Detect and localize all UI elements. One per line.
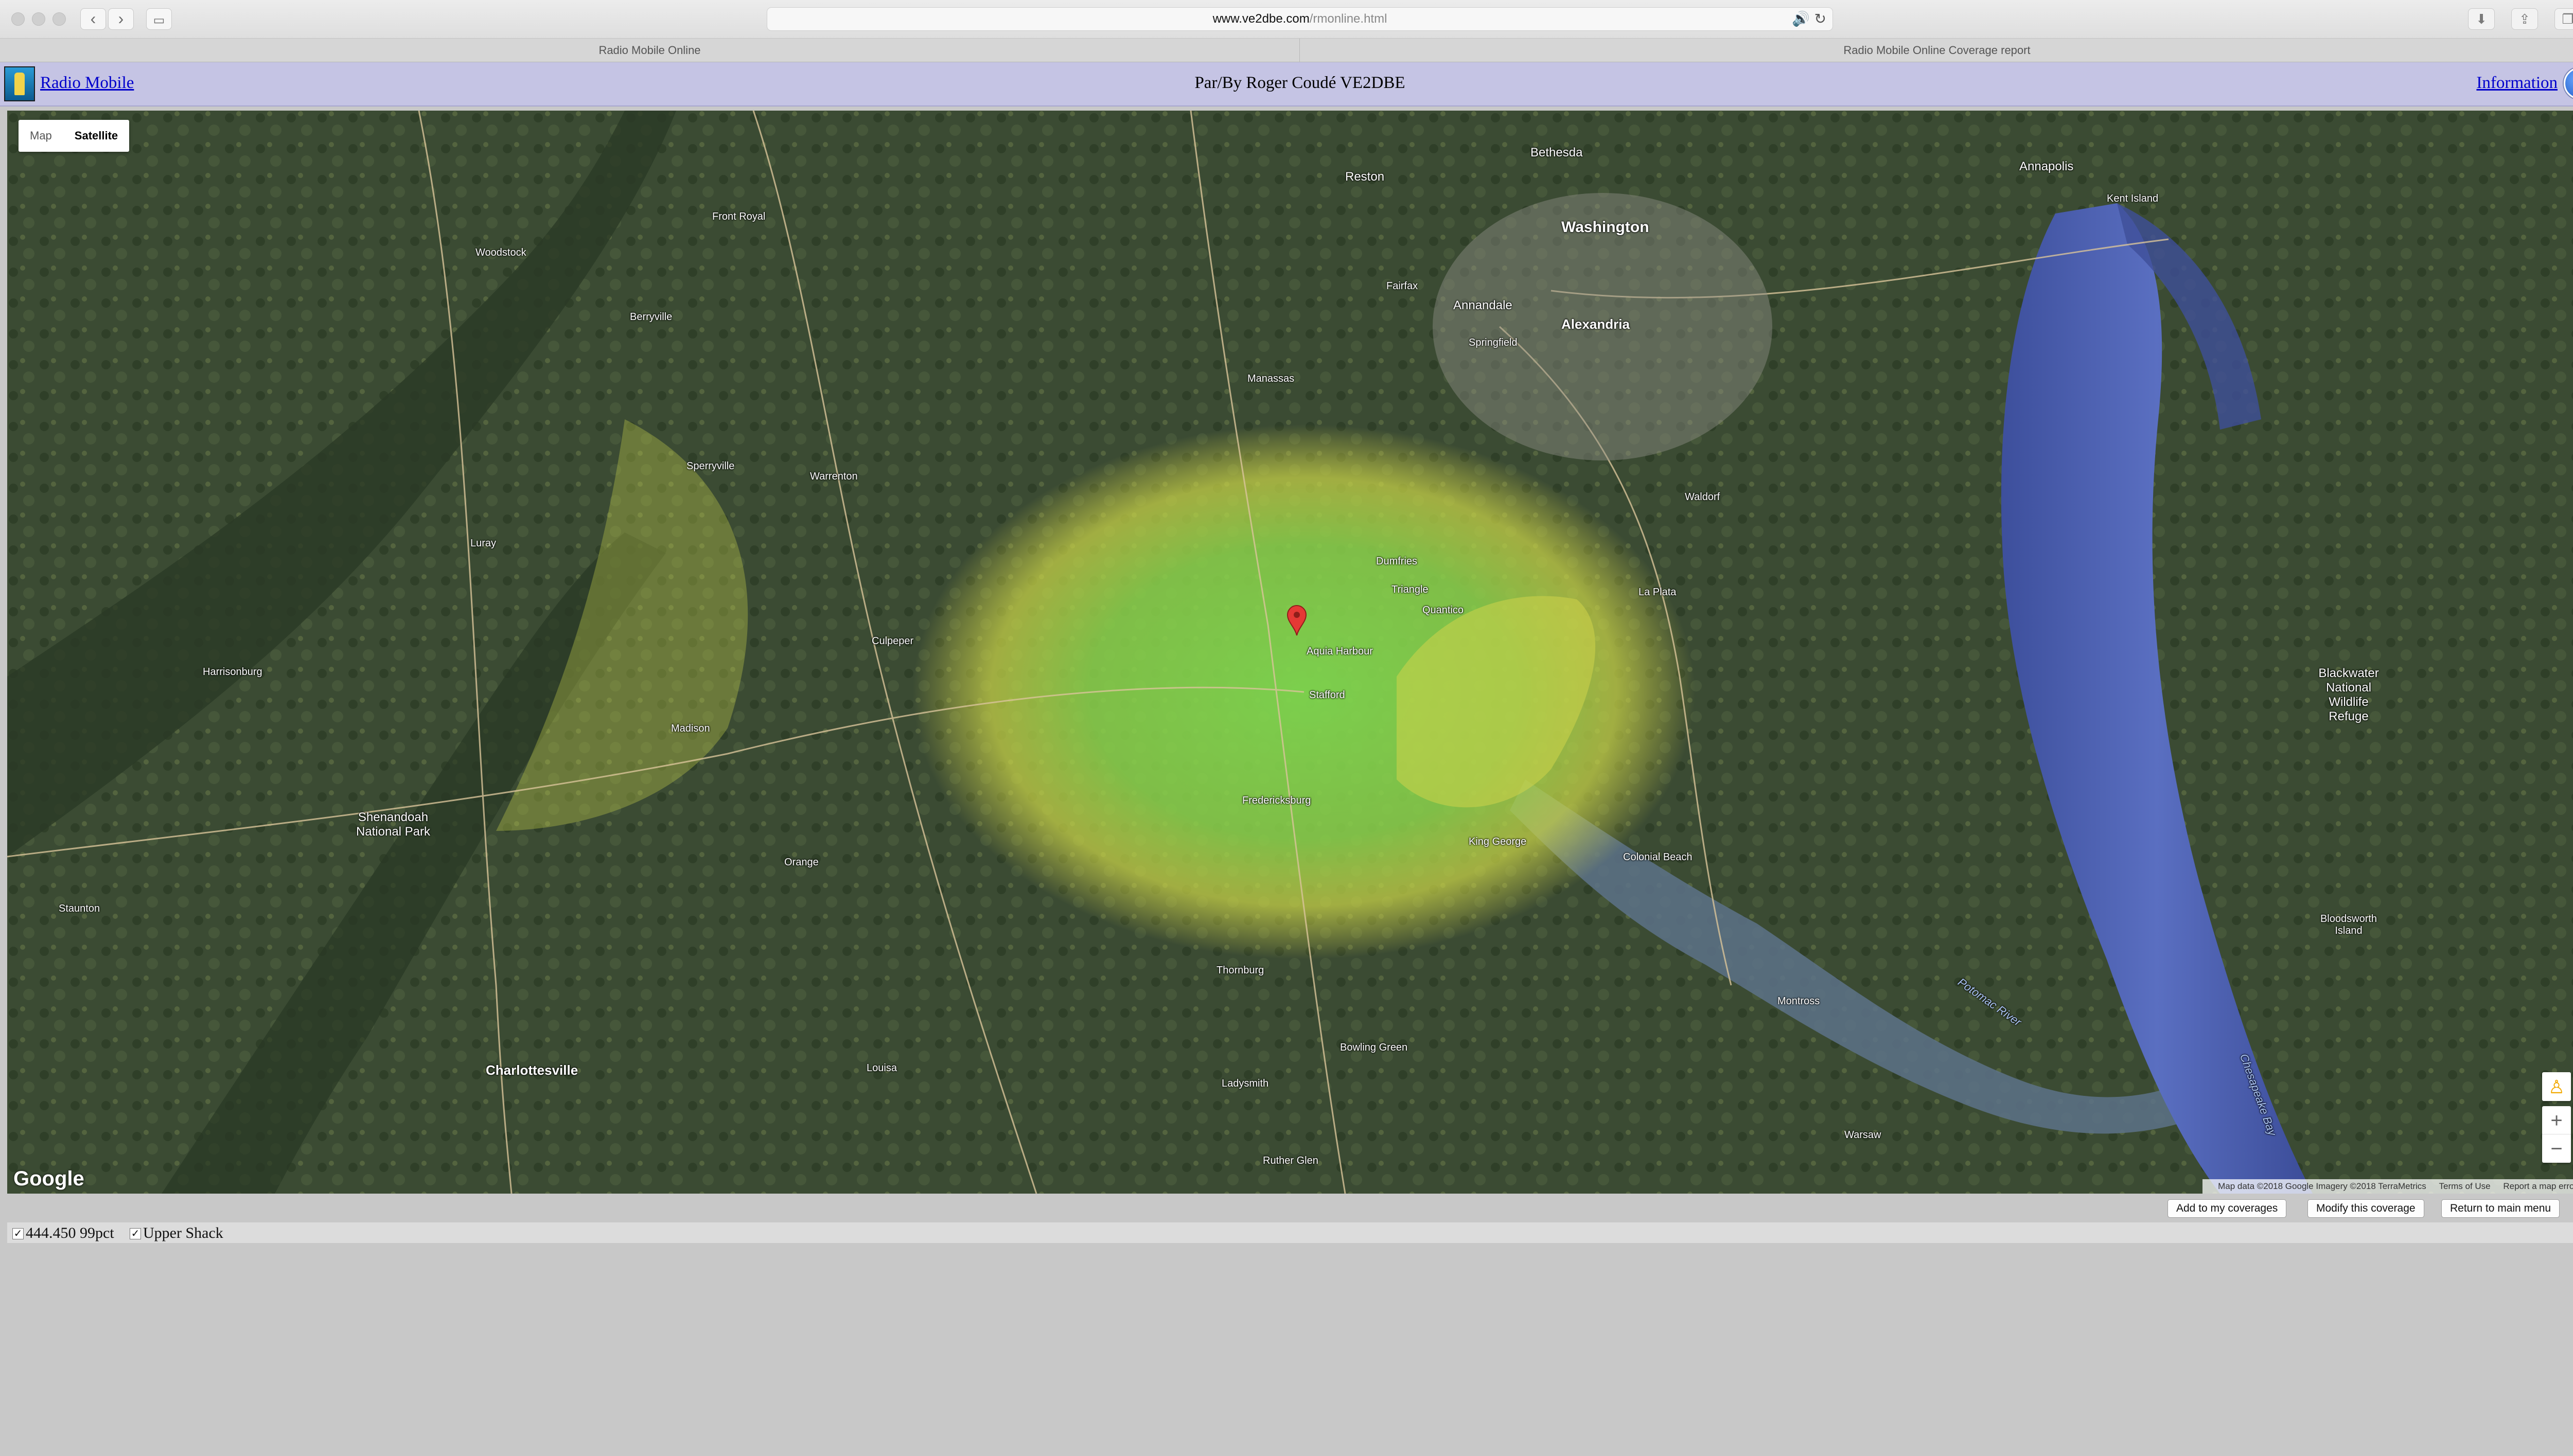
back-button[interactable]: ‹	[80, 8, 106, 30]
zoom-window-button[interactable]	[52, 12, 66, 26]
label-orange: Orange	[784, 857, 819, 868]
label-warsaw: Warsaw	[1844, 1129, 1881, 1141]
address-bar[interactable]: www.ve2dbe.com/rmonline.html 🔊 ↻	[767, 7, 1833, 31]
information-link[interactable]: Information	[2476, 74, 2558, 93]
modify-coverage-button[interactable]: Modify this coverage	[2307, 1199, 2424, 1218]
legend-item-frequency[interactable]: ✓ 444.450 99pct	[12, 1226, 114, 1241]
map-attribution: Map data ©2018 Google Imagery ©2018 Terr…	[2202, 1179, 2573, 1194]
label-culpeper: Culpeper	[872, 635, 914, 647]
label-warrenton: Warrenton	[810, 471, 858, 482]
zoom-in-button[interactable]: +	[2542, 1106, 2571, 1134]
checkbox-checked-icon[interactable]: ✓	[12, 1228, 24, 1239]
add-to-my-coverages-button[interactable]: Add to my coverages	[2167, 1199, 2287, 1218]
label-washington: Washington	[1561, 219, 1649, 236]
page-title: Par/By Roger Coudé VE2DBE	[1194, 74, 1405, 92]
tab-bar: Radio Mobile Online Radio Mobile Online …	[0, 39, 2573, 62]
legend-item-site[interactable]: ✓ Upper Shack	[130, 1226, 223, 1241]
label-louisa: Louisa	[867, 1062, 897, 1074]
label-bethesda: Bethesda	[1530, 146, 1583, 159]
tab-coverage-report[interactable]: Radio Mobile Online Coverage report	[1300, 39, 2573, 62]
chevron-right-icon: ›	[118, 9, 124, 28]
tab-radio-mobile-online[interactable]: Radio Mobile Online	[0, 39, 1300, 62]
label-dumfries: Dumfries	[1376, 556, 1418, 567]
label-front-royal: Front Royal	[712, 211, 766, 222]
map-type-map[interactable]: Map	[19, 120, 63, 152]
page-header: Radio Mobile Par/By Roger Coudé VE2DBE I…	[0, 62, 2573, 106]
return-to-main-menu-button[interactable]: Return to main menu	[2441, 1199, 2560, 1218]
legend-item-label: 444.450 99pct	[26, 1224, 114, 1241]
url-path: /rmonline.html	[1309, 12, 1387, 26]
legend-item-label: Upper Shack	[143, 1224, 223, 1241]
chevron-left-icon: ‹	[90, 9, 96, 28]
label-quantico: Quantico	[1422, 605, 1464, 616]
forward-button[interactable]: ›	[108, 8, 134, 30]
map-type-satellite[interactable]: Satellite	[63, 120, 129, 152]
label-berryville: Berryville	[630, 311, 673, 323]
label-charlottesville: Charlottesville	[486, 1062, 578, 1078]
label-triangle: Triangle	[1391, 584, 1429, 595]
street-view-pegman[interactable]: ♙	[2542, 1072, 2571, 1101]
google-logo: Google	[13, 1167, 84, 1190]
label-luray: Luray	[470, 538, 497, 549]
share-button[interactable]: ⇪	[2511, 8, 2538, 30]
label-montross: Montross	[1777, 996, 1820, 1007]
url-host: www.ve2dbe.com	[1212, 12, 1310, 26]
map-data-credit: Map data ©2018 Google Imagery ©2018 Terr…	[2218, 1181, 2426, 1191]
label-thornburg: Thornburg	[1217, 965, 1264, 976]
label-annandale: Annandale	[1453, 298, 1512, 312]
close-window-button[interactable]	[11, 12, 25, 26]
tabs-overview-button[interactable]: ❐	[2554, 8, 2573, 30]
label-fairfax: Fairfax	[1386, 280, 1418, 292]
tabs-icon: ❐	[2562, 11, 2573, 27]
label-annapolis: Annapolis	[2019, 159, 2074, 173]
browser-window: ‹ › ▭ www.ve2dbe.com/rmonline.html 🔊 ↻ ⬇…	[0, 0, 2573, 1456]
label-la-plata: La Plata	[1638, 587, 1677, 598]
label-sperryville: Sperryville	[686, 460, 735, 472]
label-manassas: Manassas	[1247, 373, 1295, 384]
reload-icon[interactable]: ↻	[1814, 10, 1826, 28]
label-bloodsworth: Bloodsworth Island	[2320, 913, 2377, 936]
label-waldorf: Waldorf	[1685, 491, 1720, 503]
zoom-out-button[interactable]: −	[2542, 1134, 2571, 1163]
label-colonial-beach: Colonial Beach	[1623, 851, 1693, 863]
transmitter-marker-icon[interactable]	[1286, 605, 1307, 636]
sidebar-toggle-button[interactable]: ▭	[146, 8, 172, 30]
label-stafford: Stafford	[1309, 689, 1345, 701]
pegman-icon: ♙	[2548, 1076, 2565, 1097]
label-fredericksburg: Fredericksburg	[1242, 795, 1311, 806]
coverage-legend: ✓ 444.450 99pct ✓ Upper Shack	[7, 1222, 2573, 1243]
label-ladysmith: Ladysmith	[1222, 1078, 1269, 1089]
map-type-control: Map Satellite	[19, 120, 130, 152]
label-bowling-green: Bowling Green	[1340, 1042, 1408, 1053]
info-icon[interactable]: i	[2564, 67, 2573, 99]
label-ruther-glen: Ruther Glen	[1263, 1155, 1318, 1166]
download-button[interactable]: ⬇	[2468, 8, 2495, 30]
download-icon: ⬇	[2476, 11, 2487, 27]
label-harrisonburg: Harrisonburg	[203, 666, 262, 678]
label-reston: Reston	[1345, 170, 1385, 184]
minimize-window-button[interactable]	[32, 12, 45, 26]
speaker-icon[interactable]: 🔊	[1792, 10, 1810, 28]
terms-of-use-link[interactable]: Terms of Use	[2439, 1181, 2491, 1191]
satellite-imagery	[7, 111, 2573, 1194]
label-alexandria: Alexandria	[1561, 316, 1630, 332]
report-map-error-link[interactable]: Report a map error	[2503, 1181, 2573, 1191]
safari-toolbar: ‹ › ▭ www.ve2dbe.com/rmonline.html 🔊 ↻ ⬇…	[0, 0, 2573, 39]
label-springfield: Springfield	[1469, 337, 1518, 348]
label-staunton: Staunton	[59, 903, 100, 914]
label-shenandoah: Shenandoah National Park	[356, 810, 431, 839]
sidebar-icon: ▭	[153, 13, 165, 27]
label-aquia-harbour: Aquia Harbour	[1307, 646, 1373, 657]
label-blackwater: Blackwater National Wildlife Refuge	[2318, 666, 2379, 723]
share-icon: ⇪	[2519, 11, 2530, 27]
zoom-control: + −	[2542, 1106, 2571, 1163]
label-kent-island: Kent Island	[2107, 193, 2159, 204]
label-madison: Madison	[671, 723, 710, 734]
label-king-george: King George	[1469, 836, 1527, 847]
checkbox-checked-icon[interactable]: ✓	[130, 1228, 141, 1239]
coverage-map[interactable]: Map Satellite Washington Alexandria Anna…	[7, 111, 2573, 1194]
label-woodstock: Woodstock	[475, 247, 526, 258]
